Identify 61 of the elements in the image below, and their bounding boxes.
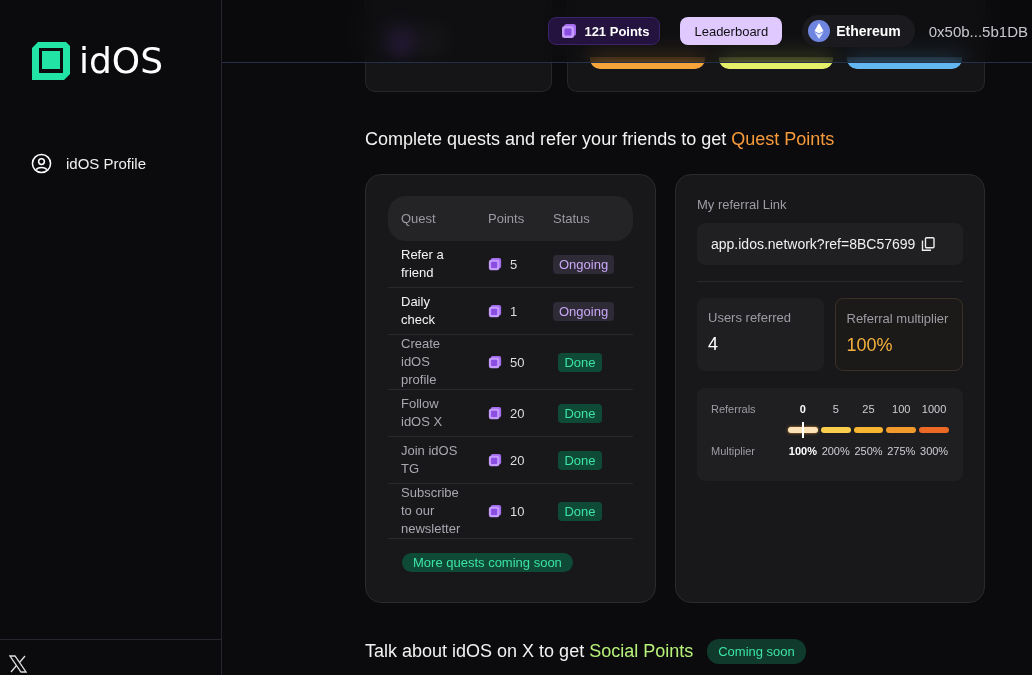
field-label: My referral Link xyxy=(697,197,788,212)
status-badge: Done xyxy=(558,352,602,372)
points-value: 20 xyxy=(510,452,525,468)
row-label: Multiplier xyxy=(711,445,756,457)
points-icon xyxy=(488,304,502,318)
status-badge: Ongoing xyxy=(553,301,615,321)
points-icon xyxy=(488,406,502,420)
tier-label: 275% xyxy=(886,445,917,457)
status-badge: Done xyxy=(558,403,602,423)
referral-link-field[interactable]: app.idos.network?ref=8BC57699 xyxy=(697,223,963,265)
profile-icon xyxy=(31,153,52,174)
column-header: Points xyxy=(488,211,526,226)
stat-value: 4 xyxy=(708,334,719,355)
tier-label: 1000 xyxy=(920,403,948,415)
row-label: Referrals xyxy=(711,403,757,415)
stat-value: 100% xyxy=(846,335,894,356)
points-value: 20 xyxy=(510,405,525,421)
quest-name: Refer a friend xyxy=(401,246,445,282)
status-badge: Ongoing xyxy=(553,254,615,274)
points-badge[interactable]: 121 Points xyxy=(548,17,661,45)
column-header: Status xyxy=(553,211,591,226)
stat-label: Referral multiplier xyxy=(846,311,950,326)
points-icon xyxy=(561,23,578,39)
points-value: 10 xyxy=(510,503,525,519)
logo-text: idOS xyxy=(79,40,164,81)
points-icon xyxy=(488,453,502,467)
quest-name: Join idOS TG xyxy=(401,442,459,478)
status-badge: Done xyxy=(558,501,602,521)
leaderboard-button[interactable]: Leaderboard xyxy=(680,17,783,45)
logo-icon xyxy=(31,40,71,81)
quest-name: Subscribe to our newsletter xyxy=(401,484,462,538)
quest-name: Create idOS profile xyxy=(401,335,442,389)
copy-icon[interactable] xyxy=(921,237,936,251)
stat-label: Users referred xyxy=(708,310,793,325)
wallet-address[interactable]: 0x50b...5b1DB xyxy=(914,22,1028,40)
tier-label: 5 xyxy=(831,403,840,415)
section-heading: Talk about idOS on X to get Social Points xyxy=(365,641,694,662)
column-header: Quest xyxy=(401,211,437,226)
coming-soon-badge: More quests coming soon xyxy=(402,553,573,572)
points-icon xyxy=(488,355,502,369)
tier-label: 100 xyxy=(891,403,912,415)
points-icon xyxy=(488,257,502,271)
sidebar-item[interactable]: idOS Profile xyxy=(31,153,147,174)
section-heading: Complete quests and refer your friends to get Quest Points xyxy=(365,129,836,150)
ethereum-icon xyxy=(808,20,831,42)
tier-label: 200% xyxy=(820,445,851,457)
tier-label: 250% xyxy=(853,445,884,457)
tier-label: 0 xyxy=(798,403,807,415)
quest-name: Daily check xyxy=(401,293,436,329)
status-badge: Done xyxy=(558,450,602,470)
points-value: 50 xyxy=(510,354,525,370)
quest-name: Follow idOS X xyxy=(401,395,444,431)
tier-label: 100% xyxy=(788,445,818,457)
points-value: 1 xyxy=(510,303,518,319)
coming-soon-badge: Coming soon xyxy=(707,639,806,664)
x-logo-icon[interactable] xyxy=(9,655,27,673)
points-value: 5 xyxy=(510,256,518,272)
network-button[interactable]: Ethereum xyxy=(802,15,915,47)
tier-label: 300% xyxy=(919,445,949,457)
points-icon xyxy=(488,504,502,518)
tier-label: 25 xyxy=(861,403,876,415)
